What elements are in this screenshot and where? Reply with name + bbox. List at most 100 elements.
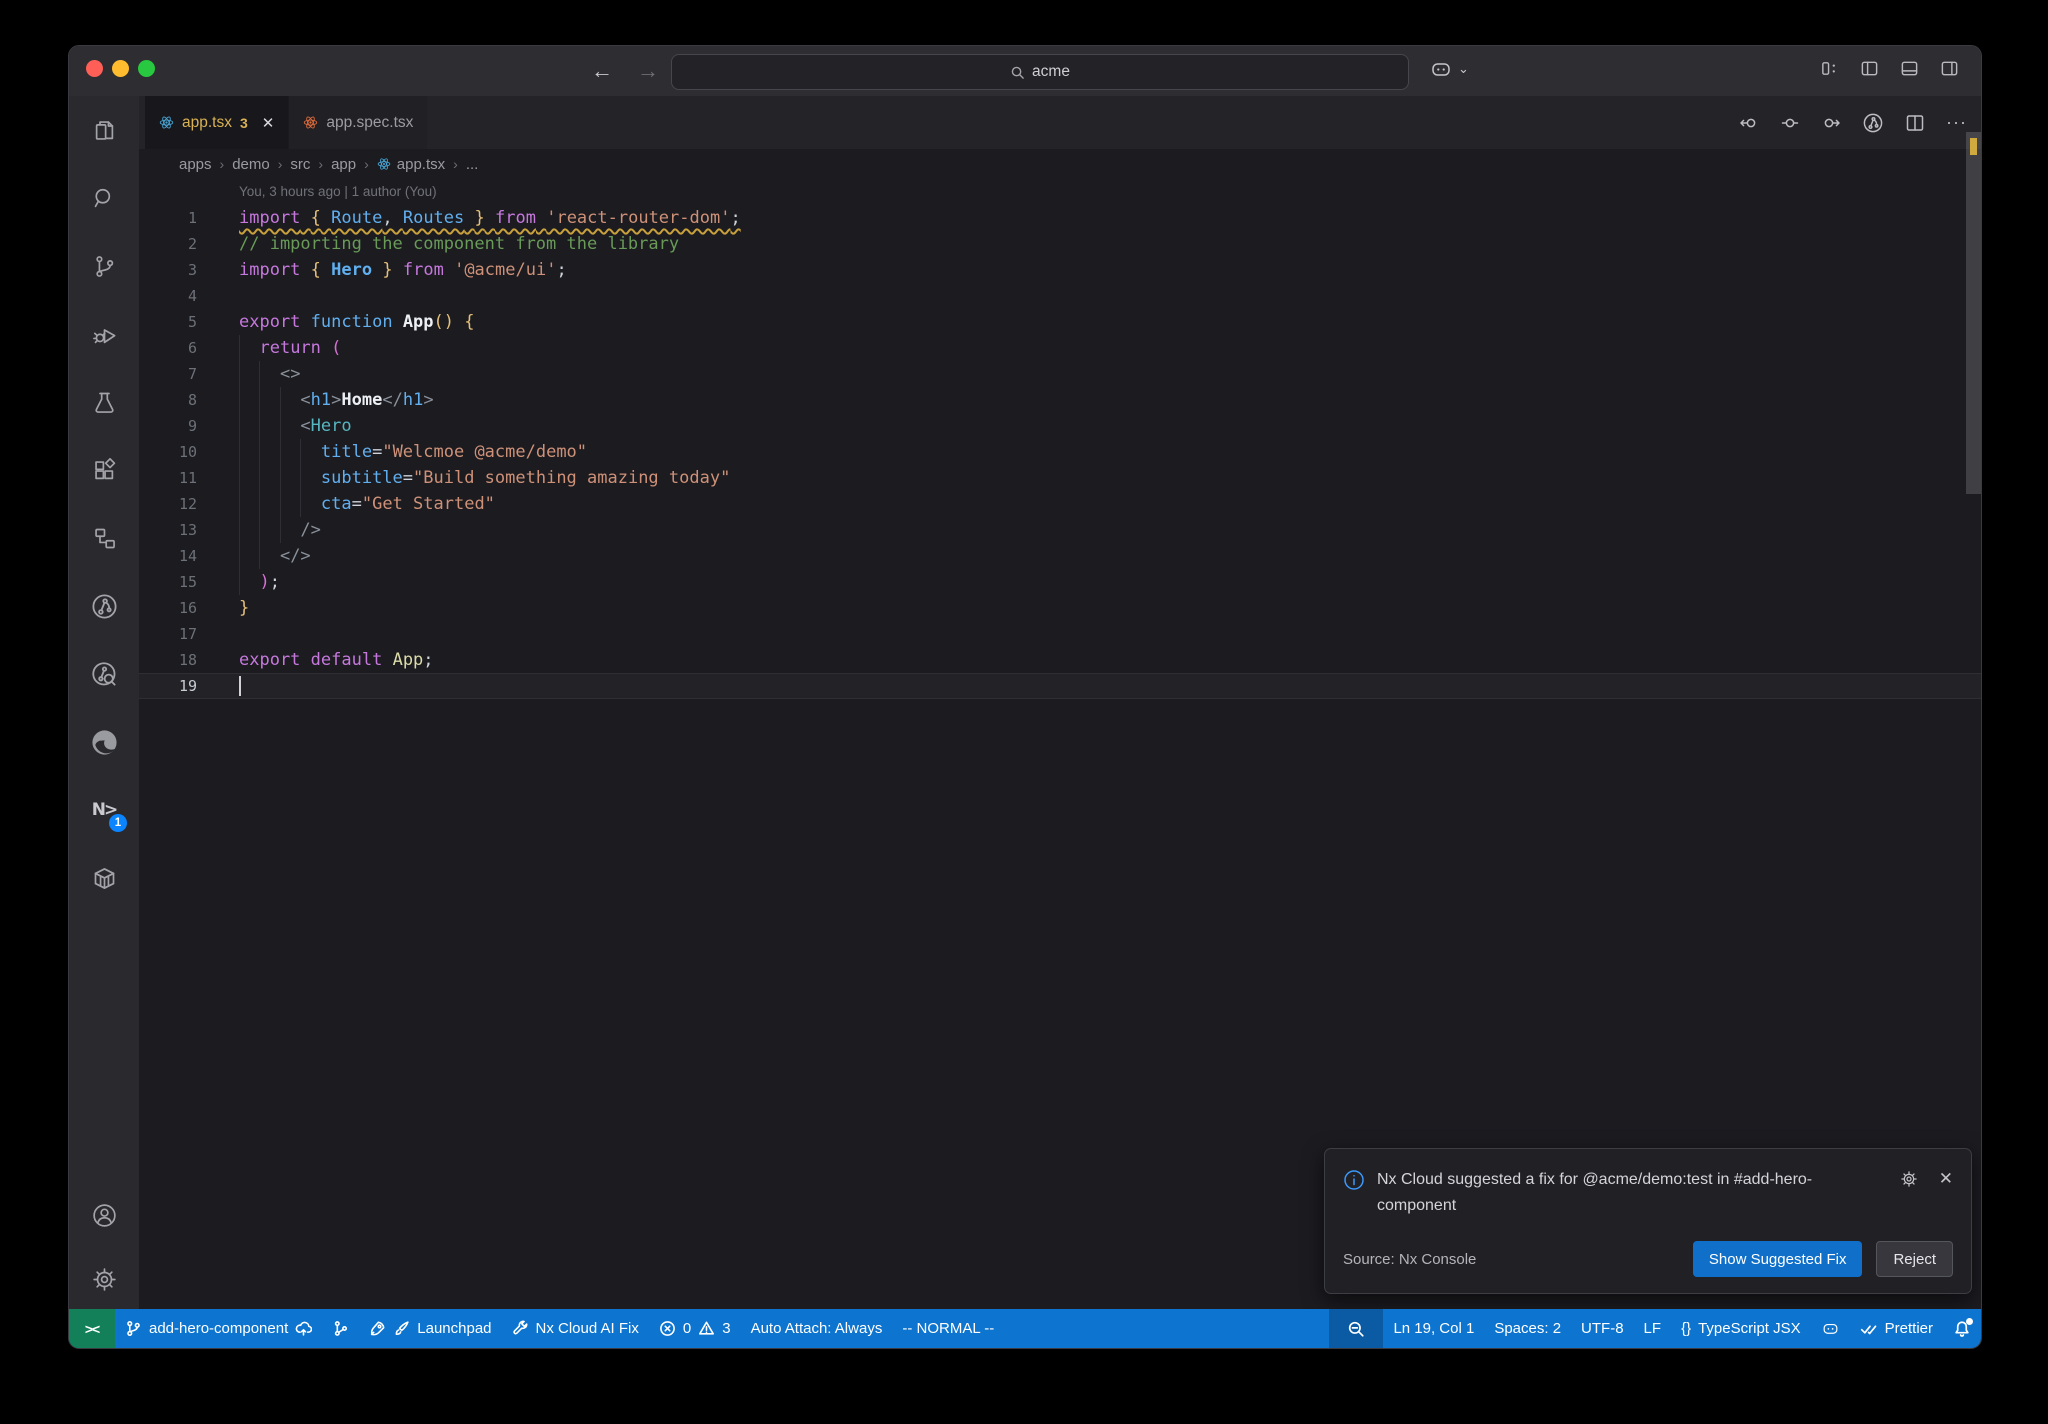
code-line: 16} [139, 595, 1981, 621]
indent-guide [280, 387, 281, 543]
code-line: 18 export default App; [139, 647, 1981, 673]
wrench-icon [512, 1320, 528, 1335]
toggle-primary-sidebar-icon[interactable] [1860, 59, 1879, 78]
line-number: 18 [178, 651, 197, 669]
eol-item[interactable]: LF [1634, 1309, 1672, 1348]
accounts-button[interactable] [69, 1181, 139, 1249]
graph-search-icon [91, 661, 116, 686]
go-back-icon[interactable] [1739, 113, 1759, 133]
tab-label: app.tsx [182, 113, 232, 131]
activity-bar: N> 1 [69, 96, 139, 1309]
chevron-right-icon: › [318, 156, 324, 172]
language-mode-item[interactable]: {} TypeScript JSX [1671, 1309, 1811, 1348]
sidebar-item-nx-graph-search[interactable] [69, 640, 139, 708]
git-graph-button[interactable] [322, 1309, 359, 1348]
branch-status-item[interactable]: add-hero-component [115, 1309, 322, 1348]
notifications-bell-button[interactable] [1943, 1309, 1981, 1348]
command-center-search[interactable]: acme [671, 54, 1409, 90]
notification-toast: Nx Cloud suggested a fix for @acme/demo:… [1324, 1148, 1972, 1294]
copilot-menu[interactable]: ⌄ [1429, 57, 1469, 81]
git-branch-icon [127, 1321, 140, 1336]
reject-button[interactable]: Reject [1876, 1241, 1953, 1277]
notification-source: Source: Nx Console [1343, 1250, 1477, 1268]
launchpad-button[interactable]: Launchpad [359, 1309, 501, 1348]
sidebar-item-extensions[interactable] [69, 436, 139, 504]
split-editor-icon[interactable] [1905, 113, 1925, 133]
line-content: import { Route, Routes } from 'react-rou… [239, 205, 741, 231]
files-icon [95, 120, 113, 140]
code-line: 7 <> [139, 361, 1981, 387]
minimize-window-button[interactable] [112, 60, 129, 77]
sidebar-item-nx-project-graph[interactable] [69, 572, 139, 640]
fullscreen-window-button[interactable] [138, 60, 155, 77]
tab-app-tsx[interactable]: app.tsx 3 ✕ [145, 96, 289, 149]
problems-button[interactable]: 0 3 [649, 1309, 741, 1348]
breadcrumb-item[interactable]: apps [179, 156, 212, 173]
auto-attach-item[interactable]: Auto Attach: Always [741, 1309, 893, 1348]
code-line: 12 cta="Get Started" [139, 491, 1981, 517]
error-count: 0 [682, 1320, 692, 1337]
cursor-position-item[interactable]: Ln 19, Col 1 [1383, 1309, 1484, 1348]
sidebar-item-containers[interactable] [69, 844, 139, 912]
encoding-item[interactable]: UTF-8 [1571, 1309, 1634, 1348]
navigate-back-button[interactable]: ← [587, 56, 617, 86]
sidebar-item-edge-browser[interactable] [69, 708, 139, 776]
tab-bar: app.tsx 3 ✕ app.spec.tsx ··· [139, 96, 1981, 149]
sidebar-item-nx-console[interactable]: N> 1 [69, 776, 139, 844]
go-forward-icon[interactable] [1821, 113, 1841, 133]
breadcrumb-item[interactable]: src [290, 156, 310, 173]
close-tab-icon[interactable]: ✕ [262, 114, 275, 132]
line-number: 2 [187, 235, 197, 253]
line-content: import { Hero } from '@acme/ui'; [239, 260, 567, 280]
sidebar-item-source-control[interactable] [69, 232, 139, 300]
tab-app-spec-tsx[interactable]: app.spec.tsx [288, 96, 428, 149]
indent-guide [259, 361, 260, 569]
sidebar-item-testing[interactable] [69, 368, 139, 436]
zoom-indicator[interactable] [1329, 1309, 1384, 1348]
close-window-button[interactable] [86, 60, 103, 77]
remote-indicator[interactable]: >< [69, 1309, 115, 1348]
code-line: 9 <Hero [139, 413, 1981, 439]
copilot-status-button[interactable] [1811, 1309, 1850, 1348]
scrollbar-thumb[interactable] [1966, 132, 1981, 494]
toggle-panel-icon[interactable] [1900, 59, 1919, 78]
line-number: 11 [178, 469, 197, 487]
line-content: title="Welcmoe @acme/demo" [320, 442, 588, 462]
line-number: 12 [178, 495, 197, 513]
breadcrumb-more[interactable]: ... [466, 156, 479, 173]
notification-settings-gear-icon[interactable] [1899, 1169, 1919, 1189]
code-editor[interactable]: You, 3 hours ago | 1 author (You) 1 impor… [139, 179, 1981, 699]
breadcrumb-item[interactable]: demo [232, 156, 270, 173]
git-blame-annotation: You, 3 hours ago | 1 author (You) [239, 184, 437, 199]
sidebar-item-run-debug[interactable] [69, 300, 139, 368]
line-number: 13 [178, 521, 197, 539]
toggle-secondary-sidebar-icon[interactable] [1940, 59, 1959, 78]
extensions-icon [94, 457, 115, 479]
indentation-item[interactable]: Spaces: 2 [1484, 1309, 1571, 1348]
navigate-forward-button[interactable]: → [633, 56, 663, 86]
sidebar-item-search[interactable] [69, 164, 139, 232]
warning-overview-mark [1970, 138, 1977, 155]
line-number: 15 [178, 573, 197, 591]
run-project-graph-icon[interactable] [1862, 112, 1884, 134]
title-bar: ← → acme ⌄ [69, 46, 1981, 97]
show-suggested-fix-button[interactable]: Show Suggested Fix [1692, 1241, 1863, 1277]
line-number: 9 [187, 417, 197, 435]
sidebar-item-explorer[interactable] [69, 96, 139, 164]
notification-message: Nx Cloud suggested a fix for @acme/demo:… [1377, 1171, 1813, 1214]
prettier-status-item[interactable]: Prettier [1850, 1309, 1943, 1348]
editor-scrollbar[interactable] [1966, 96, 1981, 1309]
settings-button[interactable] [69, 1249, 139, 1309]
search-value: acme [1032, 63, 1070, 80]
nx-cloud-fix-button[interactable]: Nx Cloud AI Fix [502, 1309, 649, 1348]
code-line: 11 subtitle="Build something amazing tod… [139, 465, 1981, 491]
breadcrumb-item[interactable]: app [331, 156, 356, 173]
close-notification-icon[interactable]: ✕ [1939, 1169, 1953, 1189]
line-content: <Hero [300, 416, 352, 436]
tab-problems-badge: 3 [239, 114, 248, 131]
go-to-icon[interactable] [1780, 113, 1800, 133]
more-actions-icon[interactable]: ··· [1946, 112, 1967, 133]
breadcrumb-file[interactable]: app.tsx [377, 156, 445, 173]
customize-layout-icon[interactable] [1820, 59, 1839, 78]
sidebar-item-project-structure[interactable] [69, 504, 139, 572]
